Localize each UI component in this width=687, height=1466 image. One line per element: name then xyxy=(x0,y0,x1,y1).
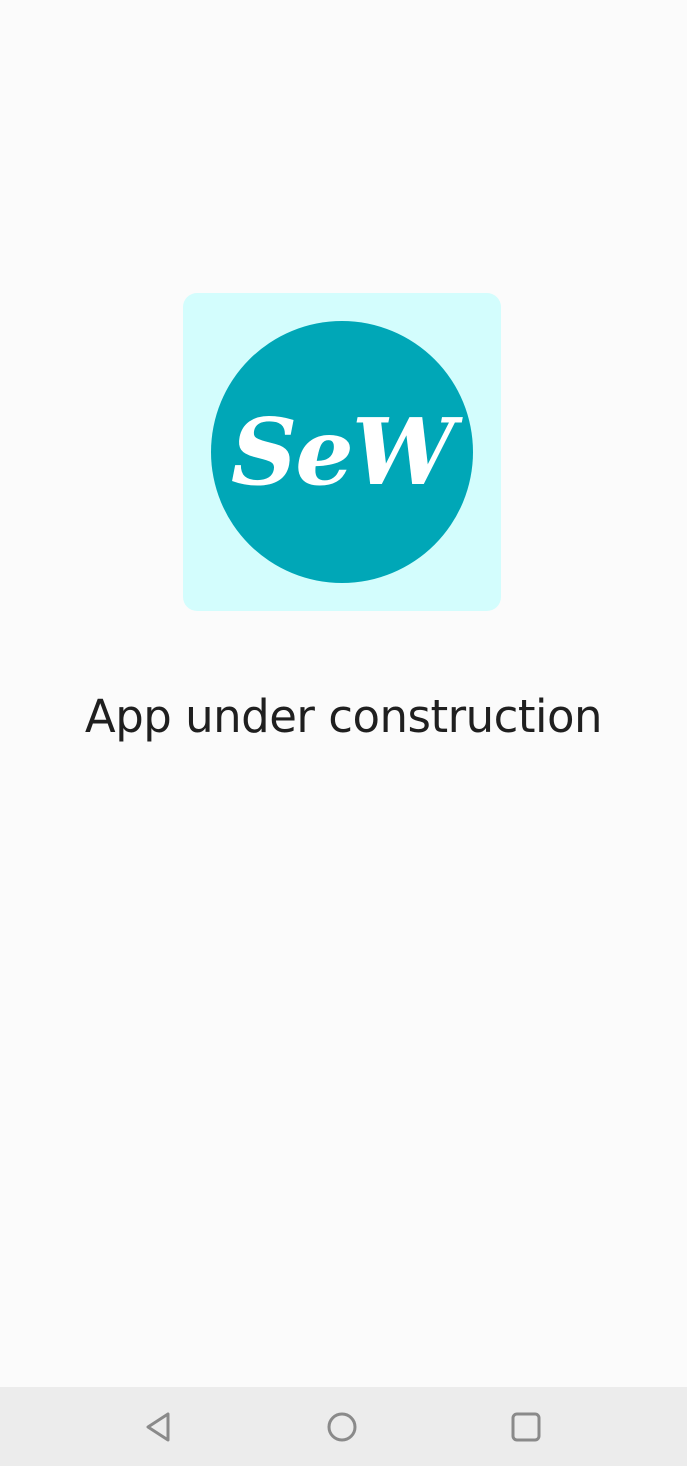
logo-circle: SeW xyxy=(211,321,473,583)
recents-button[interactable] xyxy=(486,1387,566,1466)
home-button[interactable] xyxy=(302,1387,382,1466)
app-logo: SeW xyxy=(183,293,501,611)
recents-square-icon xyxy=(511,1412,541,1441)
home-circle-icon xyxy=(327,1412,357,1441)
logo-text: SeW xyxy=(230,398,455,506)
back-button[interactable] xyxy=(119,1387,199,1466)
back-triangle-icon xyxy=(146,1412,170,1441)
status-message: App under construction xyxy=(84,690,603,743)
system-navigation-bar xyxy=(0,1387,687,1466)
